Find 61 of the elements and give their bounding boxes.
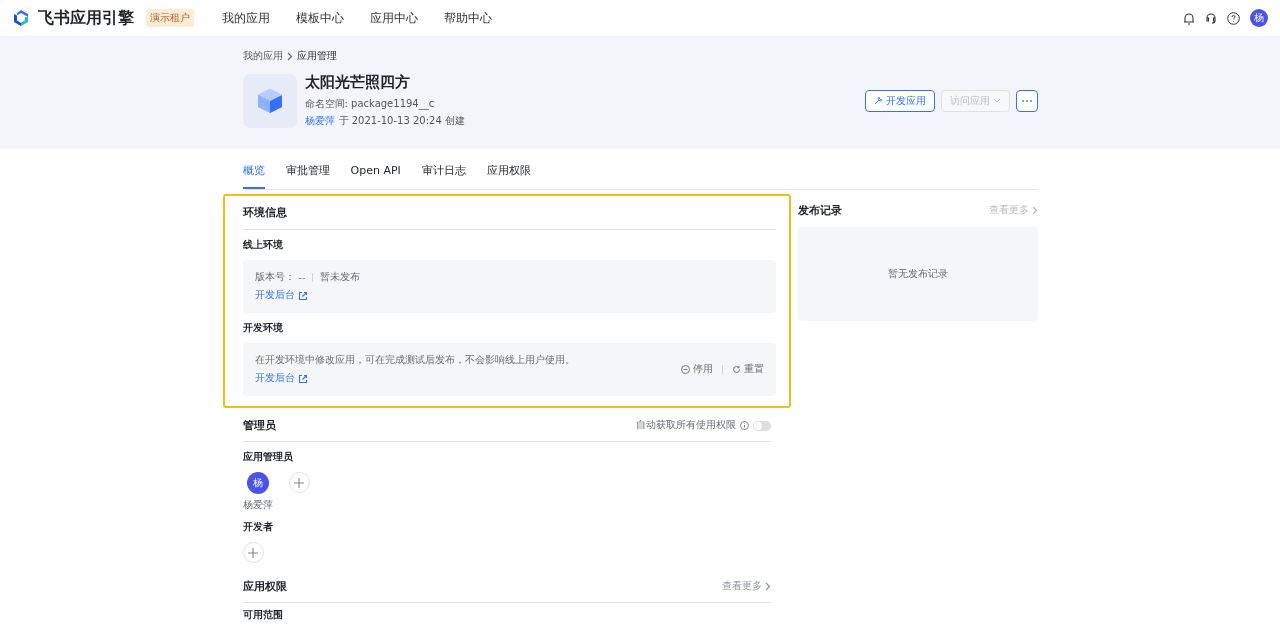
version-label: 版本号： xyxy=(254,271,295,284)
more-icon xyxy=(1021,99,1032,102)
chevron-right-icon xyxy=(286,51,293,61)
reset-button[interactable]: 重置 xyxy=(731,363,764,376)
breadcrumb-item[interactable]: 我的应用 xyxy=(242,49,283,63)
app-name: 太阳光芒照四方 xyxy=(304,73,411,92)
tab[interactable]: Open API xyxy=(350,153,401,189)
tab[interactable]: 概览 xyxy=(242,153,265,189)
tab[interactable]: 审计日志 xyxy=(421,153,466,189)
caret-icon xyxy=(992,98,1001,103)
subsection-title: 线上环境 xyxy=(242,239,284,252)
disable-button[interactable]: 停用 xyxy=(680,363,713,376)
member-avatar: 杨 xyxy=(246,472,269,494)
empty-state-text: 暂无发布记录 xyxy=(887,267,948,281)
creator-link[interactable]: 杨爱萍 xyxy=(304,114,335,128)
external-link-icon xyxy=(297,290,308,301)
brand-name: 飞书应用引擎 xyxy=(38,7,134,29)
info-icon xyxy=(739,421,749,430)
logo-icon xyxy=(12,9,30,27)
subsection-title: 应用管理员 xyxy=(242,451,294,464)
toggle-label: 自动获取所有使用权限 xyxy=(635,419,736,432)
develop-app-button[interactable]: 开发应用 xyxy=(864,89,935,112)
tenant-badge: 演示租户 xyxy=(146,9,194,27)
created-text: 于 2021-10-13 20:24 创建 xyxy=(338,114,465,128)
headset-icon[interactable] xyxy=(1205,12,1217,24)
plus-icon xyxy=(293,476,305,489)
namespace-text: 命名空间: package1194__c xyxy=(304,97,436,111)
chevron-right-icon xyxy=(764,582,771,591)
view-more-link[interactable]: 查看更多 xyxy=(721,580,771,593)
tab[interactable]: 应用权限 xyxy=(486,153,531,189)
nav-link[interactable]: 我的应用 xyxy=(222,9,270,27)
nav-link[interactable]: 模板中心 xyxy=(296,9,344,27)
wrench-icon xyxy=(873,96,883,105)
description-text: 在开发环境中修改应用，可在完成测试后发布，不会影响线上用户使用。 xyxy=(254,354,576,367)
subsection-title: 开发者 xyxy=(242,521,274,534)
subsection-title: 可用范围 xyxy=(242,609,284,622)
console-link[interactable]: 开发后台 xyxy=(254,372,308,385)
app-icon xyxy=(242,73,297,128)
section-title: 管理员 xyxy=(242,418,276,433)
external-link-icon xyxy=(297,373,308,384)
tab[interactable]: 审批管理 xyxy=(285,153,330,189)
nav-link[interactable]: 帮助中心 xyxy=(444,9,492,27)
console-link[interactable]: 开发后台 xyxy=(254,289,308,302)
member-name: 杨爱萍 xyxy=(242,498,273,512)
nav-link[interactable]: 应用中心 xyxy=(370,9,418,27)
help-icon[interactable] xyxy=(1227,11,1240,25)
release-status: 暂未发布 xyxy=(320,271,361,284)
bell-icon[interactable] xyxy=(1183,11,1195,25)
subsection-title: 开发环境 xyxy=(242,322,284,335)
refresh-icon xyxy=(731,365,741,374)
section-title: 环境信息 xyxy=(242,202,776,230)
section-title: 发布记录 xyxy=(797,203,842,218)
more-button[interactable] xyxy=(1015,89,1038,112)
plus-icon xyxy=(247,546,259,559)
toggle-switch[interactable] xyxy=(752,420,771,431)
section-title: 应用权限 xyxy=(242,579,287,594)
minus-circle-icon xyxy=(680,365,690,374)
user-avatar[interactable]: 杨 xyxy=(1250,9,1268,27)
breadcrumb-item: 应用管理 xyxy=(296,49,337,63)
chevron-right-icon xyxy=(1031,206,1038,215)
version-value: -- xyxy=(298,272,306,283)
